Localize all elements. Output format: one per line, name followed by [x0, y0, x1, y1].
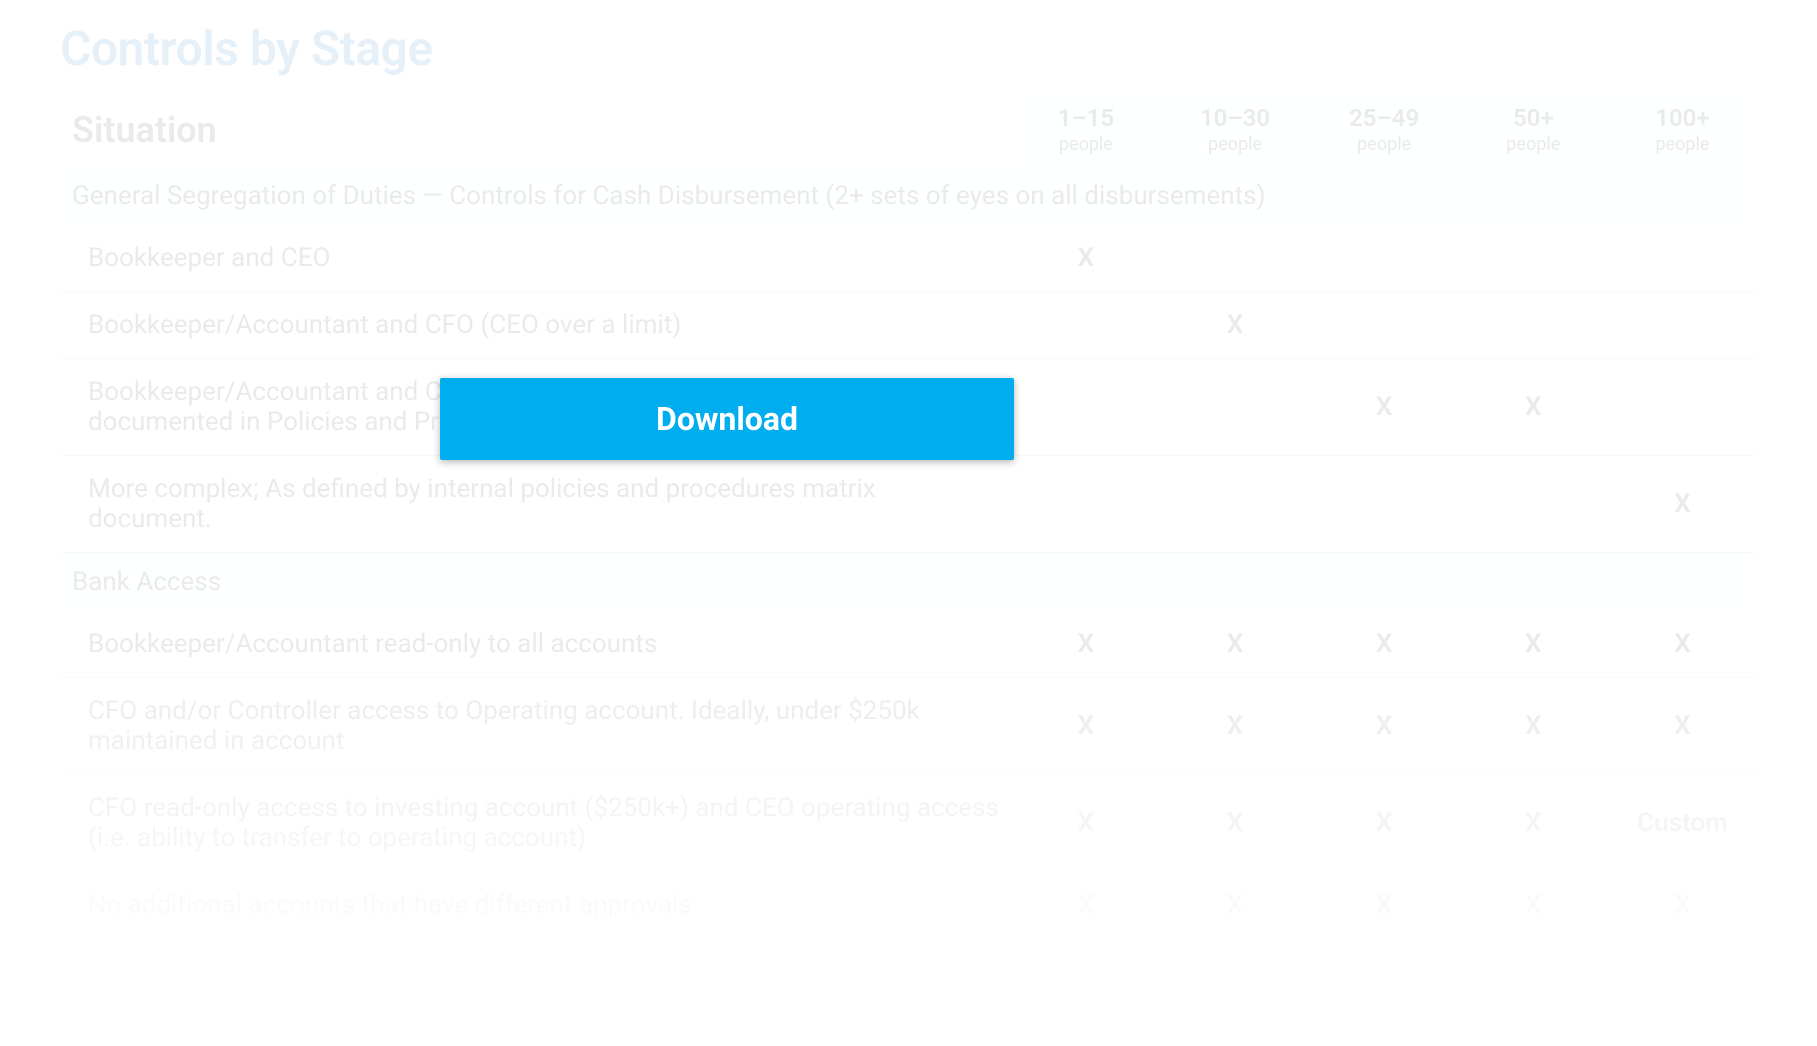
table-body: General Segregation of Duties — Controls…	[60, 167, 1757, 939]
mark-cell: X	[1310, 678, 1459, 775]
row-label: Bookkeeper/Accountant and CFO (CEO over …	[60, 292, 1011, 359]
mark-cell: X	[1011, 611, 1160, 678]
mark-cell	[1160, 225, 1309, 292]
mark-cell: X	[1459, 872, 1608, 939]
column-range: 10–30	[1200, 104, 1270, 132]
row-label: CFO and/or Controller access to Operatin…	[60, 678, 1011, 775]
mark-cell: X	[1160, 611, 1309, 678]
column-header-0: 1–15 people	[1011, 92, 1160, 167]
mark-cell: X	[1608, 456, 1757, 553]
table-row: Bookkeeper/Accountant and CFO (CEO over …	[60, 292, 1757, 359]
people-label: people	[1318, 134, 1451, 155]
download-button[interactable]: Download	[440, 378, 1014, 460]
mark-cell: X	[1011, 872, 1160, 939]
row-label: Bookkeeper/Accountant read-only to all a…	[60, 611, 1011, 678]
mark-cell	[1160, 359, 1309, 456]
table-row: CFO read-only access to investing accoun…	[60, 775, 1757, 872]
table-row: No additional accounts that have differe…	[60, 872, 1757, 939]
row-label: No additional accounts that have differe…	[60, 872, 1011, 939]
column-range: 1–15	[1058, 104, 1114, 132]
mark-cell: X	[1160, 775, 1309, 872]
mark-cell	[1310, 225, 1459, 292]
mark-cell: X	[1310, 359, 1459, 456]
column-header-4: 100+ people	[1608, 92, 1757, 167]
mark-cell	[1608, 292, 1757, 359]
mark-cell: X	[1011, 225, 1160, 292]
mark-cell: X	[1608, 611, 1757, 678]
mark-cell	[1011, 359, 1160, 456]
mark-cell: X	[1459, 678, 1608, 775]
section-row: General Segregation of Duties — Controls…	[60, 167, 1757, 225]
table-row: CFO and/or Controller access to Operatin…	[60, 678, 1757, 775]
section-label: Bank Access	[60, 553, 1757, 612]
mark-cell: X	[1459, 611, 1608, 678]
people-label: people	[1467, 134, 1600, 155]
table-row: Bookkeeper and CEO X	[60, 225, 1757, 292]
mark-cell	[1310, 456, 1459, 553]
mark-cell: X	[1310, 872, 1459, 939]
people-label: people	[1019, 134, 1152, 155]
column-header-1: 10–30 people	[1160, 92, 1309, 167]
column-range: 25–49	[1349, 104, 1419, 132]
mark-cell: X	[1608, 678, 1757, 775]
mark-cell: X	[1011, 678, 1160, 775]
people-label: people	[1168, 134, 1301, 155]
mark-cell: X	[1160, 292, 1309, 359]
mark-cell: X	[1310, 775, 1459, 872]
mark-cell: X	[1310, 611, 1459, 678]
mark-cell: X	[1011, 775, 1160, 872]
row-label: More complex; As defined by internal pol…	[60, 456, 1011, 553]
mark-cell	[1011, 292, 1160, 359]
mark-cell	[1608, 359, 1757, 456]
mark-cell	[1160, 456, 1309, 553]
section-label: General Segregation of Duties — Controls…	[60, 167, 1757, 225]
column-header-3: 50+ people	[1459, 92, 1608, 167]
mark-cell	[1310, 292, 1459, 359]
mark-cell	[1459, 456, 1608, 553]
mark-cell	[1459, 292, 1608, 359]
mark-cell	[1608, 225, 1757, 292]
mark-cell: X	[1459, 359, 1608, 456]
mark-cell: X	[1160, 872, 1309, 939]
controls-table: Situation 1–15 people 10–30 people 25–49…	[60, 92, 1757, 939]
mark-cell: X	[1459, 775, 1608, 872]
content-wrapper: Controls by Stage Situation 1–15 people …	[0, 0, 1817, 959]
situation-header: Situation	[60, 92, 1011, 167]
mark-cell	[1459, 225, 1608, 292]
column-range: 100+	[1655, 104, 1709, 132]
table-row: More complex; As defined by internal pol…	[60, 456, 1757, 553]
row-label: Bookkeeper and CEO	[60, 225, 1011, 292]
table-header-row: Situation 1–15 people 10–30 people 25–49…	[60, 92, 1757, 167]
people-label: people	[1616, 134, 1749, 155]
mark-cell	[1011, 456, 1160, 553]
section-row: Bank Access	[60, 553, 1757, 612]
mark-cell: X	[1608, 872, 1757, 939]
mark-cell: Custom	[1608, 775, 1757, 872]
table-row: Bookkeeper/Accountant read-only to all a…	[60, 611, 1757, 678]
row-label: CFO read-only access to investing accoun…	[60, 775, 1011, 872]
column-header-2: 25–49 people	[1310, 92, 1459, 167]
page-title: Controls by Stage	[60, 20, 1757, 77]
column-range: 50+	[1513, 104, 1554, 132]
mark-cell: X	[1160, 678, 1309, 775]
